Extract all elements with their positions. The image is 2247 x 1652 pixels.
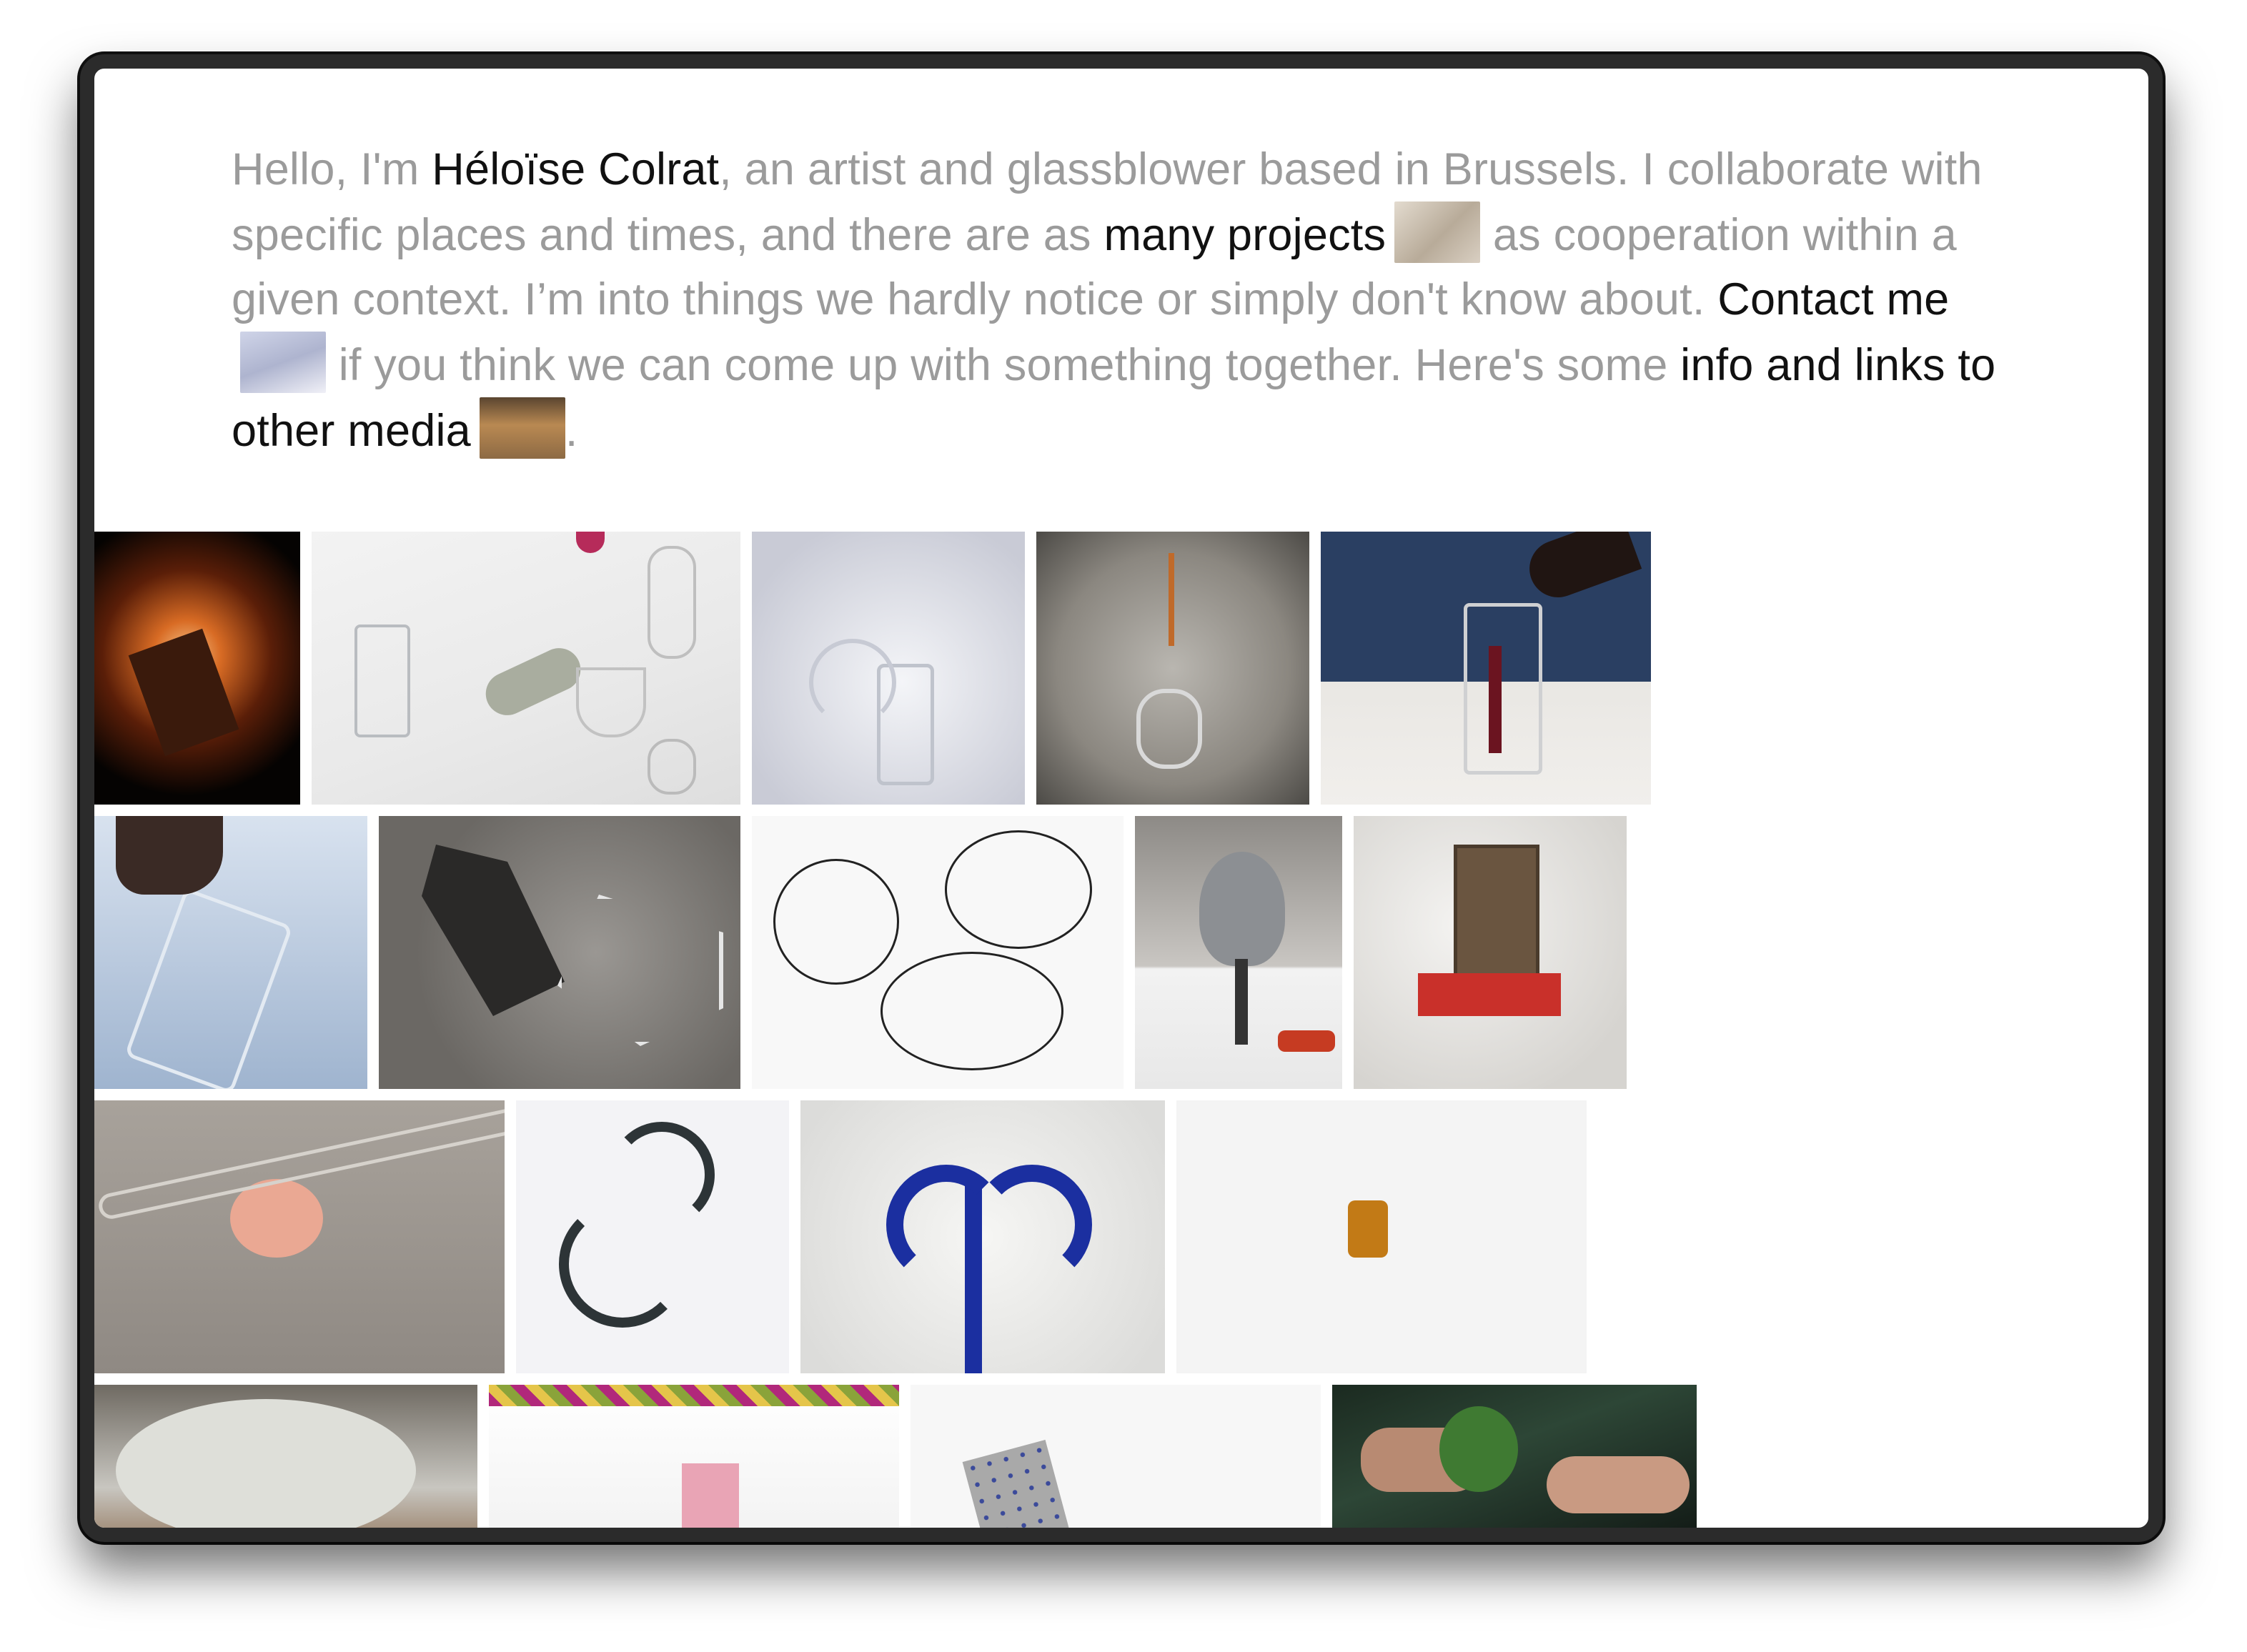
contact-link[interactable]: Contact me [1717, 274, 1949, 324]
gallery-image-s-hook[interactable] [516, 1100, 789, 1373]
gallery-image-amber-cup[interactable] [1176, 1100, 1587, 1373]
name-link[interactable]: Héloïse Colrat [432, 144, 719, 194]
gallery-image-blue-hook[interactable] [800, 1100, 1165, 1373]
gallery-image-dotted-ribbon[interactable] [911, 1385, 1321, 1528]
gallery-image-gallery-room[interactable] [489, 1385, 899, 1528]
gallery-image-glassware-table[interactable] [312, 532, 740, 805]
projects-thumbnail[interactable] [1394, 201, 1481, 263]
gallery-image-glass-coil[interactable] [1036, 532, 1309, 805]
intro-part-4: if you think we can come up with somethi… [326, 340, 1681, 390]
gallery-image-glass-bubble[interactable] [94, 1100, 505, 1373]
projects-link[interactable]: many projects [1103, 210, 1386, 260]
gallery-image-window-shelf[interactable] [1354, 816, 1627, 1089]
gallery-image-glass-straw[interactable] [752, 532, 1025, 805]
gallery-image-metal-artichoke[interactable] [1135, 816, 1342, 1089]
gallery-image-hands-figure[interactable] [1332, 1385, 1697, 1528]
contact-thumbnail[interactable] [240, 332, 326, 393]
intro-part-1: Hello, I'm [232, 144, 432, 194]
gallery-image-wine-jug[interactable] [1321, 532, 1651, 805]
gallery-image-ceramic-object[interactable] [94, 1385, 477, 1528]
intro-text: Hello, I'm Héloïse Colrat, an artist and… [232, 137, 2018, 463]
gallery-image-molten-glass[interactable] [94, 532, 300, 805]
info-thumbnail[interactable] [479, 397, 565, 459]
browser-window: Hello, I'm Héloïse Colrat, an artist and… [80, 54, 2163, 1542]
intro-part-5: . [565, 406, 578, 456]
gallery-image-faceted-sculpture[interactable] [379, 816, 740, 1089]
gallery-image-glass-mug[interactable] [94, 816, 367, 1089]
gallery-image-diagram[interactable] [752, 816, 1124, 1089]
